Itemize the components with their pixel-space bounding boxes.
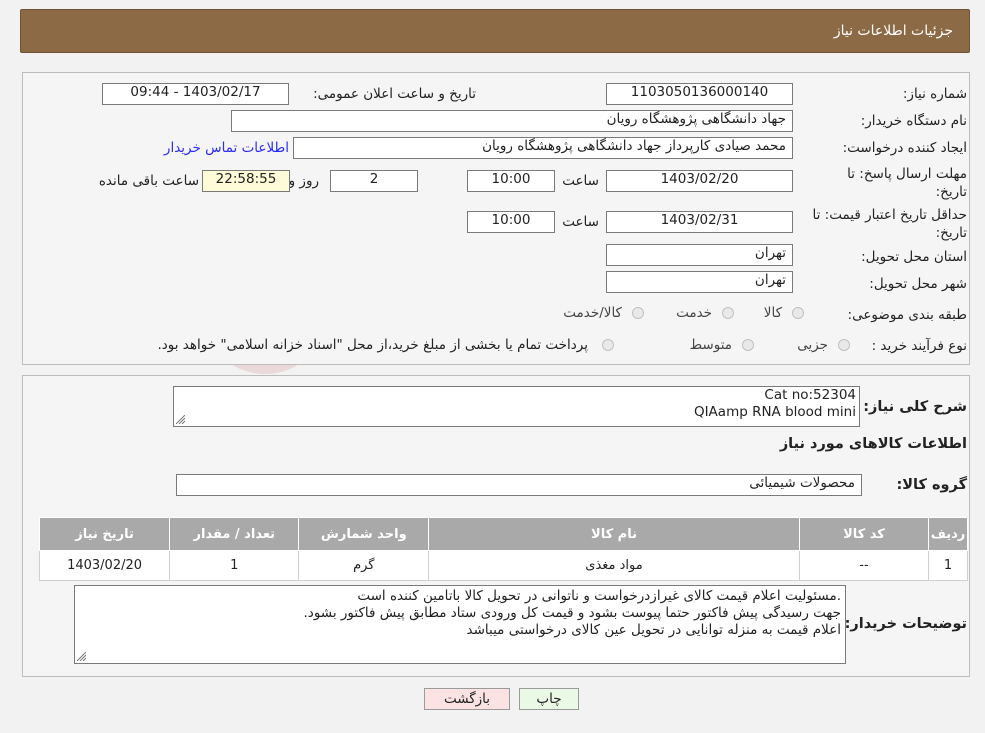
buyer-notes-line-2: جهت رسیدگی پیش فاکتور حتما پیوست بشود و … xyxy=(303,605,841,621)
cell-row: 1 xyxy=(928,550,968,581)
col-code: کد کالا xyxy=(798,517,930,551)
city-field: تهران xyxy=(606,271,793,293)
category-radio-goods-service[interactable] xyxy=(632,307,644,319)
need-number-label: شماره نیاز: xyxy=(902,86,967,102)
process-radio-treasury[interactable] xyxy=(602,339,614,351)
cell-date: 1403/02/20 xyxy=(38,550,171,581)
category-option-goods: کالا xyxy=(763,305,782,321)
buyer-notes-line-1: .مسئولیت اعلام قیمت کالای غیرازدرخواست و… xyxy=(357,588,841,604)
category-radio-service[interactable] xyxy=(722,307,734,319)
table-header-row: ردیف کد کالا نام کالا واحد شمارش تعداد /… xyxy=(38,517,968,551)
page-title: جزئیات اطلاعات نیاز xyxy=(833,23,953,39)
cell-name: مواد مغذی xyxy=(428,550,800,581)
need-number-field: 1103050136000140 xyxy=(606,83,793,105)
treasury-note: پرداخت تمام یا بخشی از مبلغ خرید،از محل … xyxy=(157,337,588,353)
resize-grip-icon[interactable] xyxy=(176,415,185,424)
goods-info-title: اطلاعات کالاهای مورد نیاز xyxy=(779,436,967,452)
validity-time-label: ساعت xyxy=(562,214,599,230)
province-label: استان محل تحویل: xyxy=(861,249,967,265)
process-type-label: نوع فرآیند خرید : xyxy=(871,338,967,354)
cell-code: -- xyxy=(798,550,930,581)
summary-field: Cat no:52304 QIAamp RNA blood mini xyxy=(173,386,860,427)
category-option-goods-service: کالا/خدمت xyxy=(563,305,622,321)
remaining-label: ساعت باقی مانده xyxy=(98,173,199,189)
buyer-org-label: نام دستگاه خریدار: xyxy=(860,113,967,129)
days-label: روز و xyxy=(288,173,319,189)
remaining-time-field: 22:58:55 xyxy=(202,170,290,192)
goods-group-field: محصولات شیمیائی xyxy=(176,474,862,496)
deadline-time-field: 10:00 xyxy=(467,170,555,192)
validity-time-field: 10:00 xyxy=(467,211,555,233)
table-row: 1 -- مواد مغذی گرم 1 1403/02/20 xyxy=(38,550,968,581)
buyer-notes-label: توضیحات خریدار: xyxy=(844,616,967,632)
summary-label: شرح کلی نیاز: xyxy=(863,399,967,415)
buyer-notes-line-3: اعلام قیمت به منزله توانایی در تحویل عین… xyxy=(466,622,841,638)
col-name: نام کالا xyxy=(428,517,800,551)
goods-table: ردیف کد کالا نام کالا واحد شمارش تعداد /… xyxy=(38,517,968,581)
deadline-time-label: ساعت xyxy=(562,173,599,189)
buyer-notes-field: .مسئولیت اعلام قیمت کالای غیرازدرخواست و… xyxy=(74,585,846,664)
validity-date-field: 1403/02/31 xyxy=(606,211,793,233)
print-button[interactable]: چاپ xyxy=(519,688,579,710)
col-date: تاریخ نیاز xyxy=(38,517,171,551)
validity-label-date: تاریخ: xyxy=(935,225,967,241)
cell-unit: گرم xyxy=(298,550,430,581)
announce-datetime-field: 1403/02/17 - 09:44 xyxy=(102,83,289,105)
category-label: طبقه بندی موضوعی: xyxy=(847,307,967,323)
page-header: جزئیات اطلاعات نیاز xyxy=(20,9,970,53)
col-qty: تعداد / مقدار xyxy=(169,517,300,551)
process-option-minor: جزیی xyxy=(797,337,828,353)
cell-qty: 1 xyxy=(169,550,300,581)
process-radio-medium[interactable] xyxy=(742,339,754,351)
province-field: تهران xyxy=(606,244,793,266)
back-button[interactable]: بازگشت xyxy=(424,688,510,710)
category-radio-goods[interactable] xyxy=(792,307,804,319)
deadline-label: مهلت ارسال پاسخ: تا xyxy=(847,166,967,182)
process-option-medium: متوسط xyxy=(689,337,732,353)
city-label: شهر محل تحویل: xyxy=(869,276,967,292)
deadline-date-field: 1403/02/20 xyxy=(606,170,793,192)
col-unit: واحد شمارش xyxy=(298,517,430,551)
deadline-label-date: تاریخ: xyxy=(935,184,967,200)
creator-field: محمد صیادی کارپرداز جهاد دانشگاهی پژوهشگ… xyxy=(293,137,793,159)
buyer-org-field: جهاد دانشگاهی پژوهشگاه رویان xyxy=(231,110,793,132)
validity-label: حداقل تاریخ اعتبار قیمت: تا xyxy=(812,207,967,223)
creator-label: ایجاد کننده درخواست: xyxy=(842,140,967,156)
resize-grip-icon[interactable] xyxy=(77,652,86,661)
buyer-contact-link[interactable]: اطلاعات تماس خریدار xyxy=(164,140,289,156)
announce-label: تاریخ و ساعت اعلان عمومی: xyxy=(313,86,476,102)
process-radio-minor[interactable] xyxy=(838,339,850,351)
col-row: ردیف xyxy=(928,517,968,551)
summary-line-1: Cat no:52304 xyxy=(764,387,856,403)
summary-line-2: QIAamp RNA blood mini xyxy=(693,404,856,420)
goods-group-label: گروه کالا: xyxy=(896,477,967,493)
days-field: 2 xyxy=(330,170,418,192)
category-option-service: خدمت xyxy=(676,305,712,321)
